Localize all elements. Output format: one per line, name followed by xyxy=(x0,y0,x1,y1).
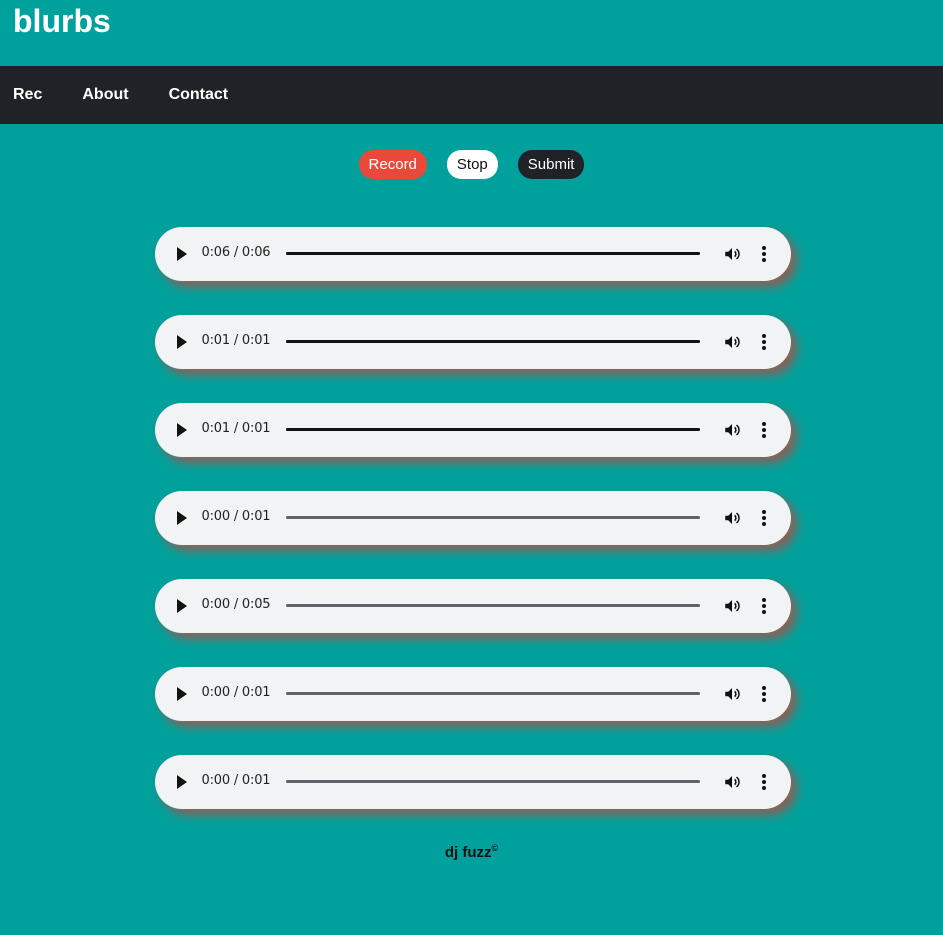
play-icon[interactable] xyxy=(176,335,187,349)
audio-player-list: 0:06 / 0:06 0:01 / 0:01 0:01 / 0:01 0:00 / … xyxy=(0,227,943,809)
play-icon[interactable] xyxy=(176,511,187,525)
time-display: 0:06 / 0:06 xyxy=(201,245,271,260)
play-icon[interactable] xyxy=(176,775,187,789)
audio-player[interactable]: 0:00 / 0:01 xyxy=(154,667,791,721)
volume-icon[interactable] xyxy=(723,685,741,703)
play-icon[interactable] xyxy=(176,423,187,437)
more-vertical-icon[interactable] xyxy=(761,773,767,791)
seek-bar-progress xyxy=(285,340,700,343)
navbar: Rec About Contact xyxy=(0,66,943,124)
volume-icon[interactable] xyxy=(723,245,741,263)
audio-player[interactable]: 0:01 / 0:01 xyxy=(154,315,791,369)
site-header: blurbs xyxy=(0,0,943,66)
play-icon[interactable] xyxy=(176,599,187,613)
nav-link-rec[interactable]: Rec xyxy=(13,86,42,104)
audio-player[interactable]: 0:01 / 0:01 xyxy=(154,403,791,457)
seek-bar[interactable] xyxy=(285,780,700,783)
volume-icon[interactable] xyxy=(723,773,741,791)
more-vertical-icon[interactable] xyxy=(761,509,767,527)
volume-icon[interactable] xyxy=(723,421,741,439)
time-display: 0:00 / 0:01 xyxy=(201,509,271,524)
audio-player[interactable]: 0:00 / 0:01 xyxy=(154,491,791,545)
seek-bar[interactable] xyxy=(285,516,700,519)
record-button[interactable]: Record xyxy=(358,150,427,179)
nav-link-contact[interactable]: Contact xyxy=(169,86,229,104)
time-display: 0:00 / 0:01 xyxy=(201,773,271,788)
seek-bar-progress xyxy=(285,252,700,255)
submit-button[interactable]: Submit xyxy=(517,150,585,179)
audio-player[interactable]: 0:06 / 0:06 xyxy=(154,227,791,281)
copyright-mark: © xyxy=(491,843,499,853)
time-display: 0:00 / 0:05 xyxy=(201,597,271,612)
time-display: 0:01 / 0:01 xyxy=(201,421,271,436)
more-vertical-icon[interactable] xyxy=(761,245,767,263)
seek-bar[interactable] xyxy=(285,428,700,431)
volume-icon[interactable] xyxy=(723,597,741,615)
footer-text: dj fuzz xyxy=(444,844,492,861)
seek-bar[interactable] xyxy=(285,252,700,255)
play-icon[interactable] xyxy=(176,247,187,261)
audio-player[interactable]: 0:00 / 0:01 xyxy=(154,755,791,809)
more-vertical-icon[interactable] xyxy=(761,333,767,351)
footer: dj fuzz© xyxy=(0,843,943,861)
time-display: 0:00 / 0:01 xyxy=(201,685,271,700)
recording-controls: Record Stop Submit xyxy=(0,150,943,179)
volume-icon[interactable] xyxy=(723,509,741,527)
more-vertical-icon[interactable] xyxy=(761,421,767,439)
seek-bar[interactable] xyxy=(285,692,700,695)
seek-bar-progress xyxy=(285,428,700,431)
more-vertical-icon[interactable] xyxy=(761,597,767,615)
more-vertical-icon[interactable] xyxy=(761,685,767,703)
site-title: blurbs xyxy=(13,3,111,39)
stop-button[interactable]: Stop xyxy=(446,150,498,179)
volume-icon[interactable] xyxy=(723,333,741,351)
seek-bar[interactable] xyxy=(285,604,700,607)
time-display: 0:01 / 0:01 xyxy=(201,333,271,348)
audio-player[interactable]: 0:00 / 0:05 xyxy=(154,579,791,633)
play-icon[interactable] xyxy=(176,687,187,701)
seek-bar[interactable] xyxy=(285,340,700,343)
nav-link-about[interactable]: About xyxy=(82,86,128,104)
